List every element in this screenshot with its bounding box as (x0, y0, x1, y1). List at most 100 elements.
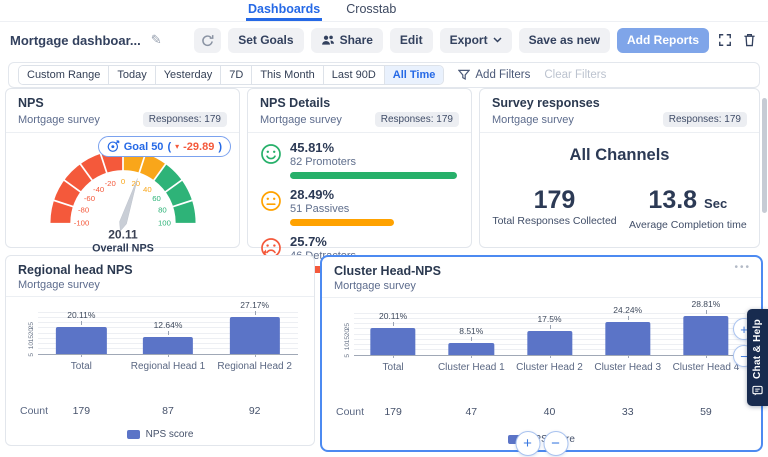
bar-slot: 27.17% (211, 300, 298, 357)
nps-bar[interactable] (142, 336, 194, 354)
card-subtitle: Mortgage survey (334, 280, 416, 292)
chat-and-help-tab[interactable]: Chat & Help (747, 309, 768, 406)
count-caption: Count (20, 405, 49, 417)
detail-bar[interactable] (290, 172, 457, 179)
value-leader-tick (627, 315, 629, 320)
nps-bar[interactable] (370, 327, 416, 355)
page-scrollbar[interactable] (762, 98, 767, 213)
category-tick (471, 355, 473, 358)
nps-bar[interactable] (448, 343, 494, 355)
share-button[interactable]: Share (310, 27, 383, 53)
bar-value-label: 20.11% (67, 309, 96, 320)
filter-range-today[interactable]: Today (109, 66, 156, 84)
card-subtitle: Mortgage survey (18, 113, 100, 126)
filter-range-last-90d[interactable]: Last 90D (323, 66, 385, 84)
tab-crosstab[interactable]: Crosstab (344, 0, 398, 21)
y-axis-tick: 15 (344, 336, 351, 344)
edit-title-pencil-icon[interactable]: ✎ (151, 32, 162, 48)
save-as-new-button[interactable]: Save as new (518, 27, 610, 53)
refresh-icon (202, 34, 214, 46)
nps-card: NPS Mortgage survey Responses: 179 Goal … (5, 88, 240, 254)
count-value: 179 (72, 405, 91, 417)
survey-responses-card: Survey responses Mortgage survey Respons… (479, 88, 760, 248)
edit-button[interactable]: Edit (389, 27, 433, 53)
y-axis-tick: 20 (344, 329, 351, 337)
category-tick (254, 354, 256, 357)
filter-range-this-month[interactable]: This Month (252, 66, 324, 84)
top-tab-bar: Dashboards Crosstab (0, 0, 768, 22)
dashboard-toolbar: Mortgage dashboar... ✎ Set Goals Share E… (0, 22, 768, 58)
filter-range-custom-range[interactable]: Custom Range (19, 66, 110, 84)
count-value: 179 (384, 406, 402, 418)
card-title: NPS Details (260, 96, 331, 110)
tab-dashboards[interactable]: Dashboards (246, 0, 323, 21)
value-leader-tick (705, 309, 707, 314)
count-value: 33 (621, 406, 634, 418)
card-subtitle: Mortgage survey (260, 113, 342, 126)
bar-value-label: 28.81% (691, 298, 721, 309)
cluster-head-nps-card[interactable]: ••• Cluster Head-NPS Mortgage survey 5 10… (320, 255, 763, 456)
detail-percentage: 45.81% (290, 140, 335, 155)
filter-range-7d[interactable]: 7D (221, 66, 253, 84)
y-axis-tick: 25 (28, 321, 35, 329)
category-label: Total (382, 362, 404, 373)
svg-text:-80: -80 (77, 206, 89, 215)
bar-slot: 17.5% (510, 314, 588, 358)
fullscreen-button[interactable] (716, 33, 734, 47)
value-leader-tick (254, 310, 256, 315)
people-icon (321, 35, 334, 45)
count-value: 92 (248, 405, 261, 417)
bar-slot: 24.24% (589, 305, 667, 358)
count-value: 40 (543, 406, 556, 418)
card-title: NPS (18, 96, 44, 110)
bar-slot: 20.11% (354, 310, 432, 358)
add-filters-button[interactable]: Add Filters (458, 69, 530, 81)
nps-details-card: NPS Details Mortgage survey Responses: 1… (247, 88, 472, 273)
export-button[interactable]: Export (439, 27, 512, 53)
nps-bar[interactable] (56, 326, 107, 354)
responses-badge: Responses: 179 (374, 112, 459, 127)
chat-icon (752, 385, 763, 396)
set-goals-button[interactable]: Set Goals (228, 27, 304, 53)
filter-range-yesterday[interactable]: Yesterday (155, 66, 222, 84)
nps-bar[interactable] (526, 331, 573, 355)
filter-bar: Custom Range Today Yesterday 7D This Month La… (8, 62, 760, 88)
y-axis-tick: 10 (344, 343, 351, 351)
card-overflow-menu-icon[interactable]: ••• (734, 262, 751, 273)
delete-dashboard-button[interactable] (741, 33, 758, 47)
y-axis-tick: 5 (344, 353, 351, 358)
refresh-button[interactable] (194, 27, 222, 53)
nps-bar[interactable] (605, 321, 651, 355)
legend-nps-score[interactable]: NPS score (6, 429, 314, 440)
nps-bar[interactable] (229, 316, 280, 354)
category-axis: Total Regional Head 1 Regional Head 2 (38, 361, 298, 372)
category-tick (627, 355, 629, 358)
bar-value-label: 8.51% (459, 326, 484, 337)
card-title: Survey responses (492, 96, 600, 110)
detail-percentage: 28.49% (290, 187, 335, 202)
category-label: Cluster Head 1 (437, 362, 505, 373)
clear-filters-button[interactable]: Clear Filters (544, 69, 606, 81)
count-value: 47 (465, 406, 478, 418)
date-range-segments: Custom Range Today Yesterday 7D This Month La… (18, 65, 445, 85)
goal-target-icon (107, 140, 119, 152)
add-reports-button[interactable]: Add Reports (617, 27, 709, 53)
chart-zoom-in-button[interactable]: + (515, 431, 540, 456)
svg-text:100: 100 (157, 218, 171, 227)
dashboard-app: Dashboards Crosstab Mortgage dashboar...… (0, 0, 768, 457)
nps-detail-row: 28.49% 51 Passives (260, 188, 457, 226)
detail-bar[interactable] (290, 219, 394, 226)
bar-value-label: 20.11% (378, 310, 408, 321)
trash-icon (744, 34, 755, 47)
y-axis-tick: 15 (28, 335, 35, 343)
nps-bar[interactable] (683, 315, 729, 355)
y-axis-tick: 20 (28, 328, 35, 336)
detail-label: 51 Passives (290, 203, 350, 215)
count-caption: Count (336, 406, 365, 418)
chart-zoom-out-button[interactable]: − (543, 431, 568, 456)
svg-text:40: 40 (143, 185, 152, 194)
channel-title: All Channels (569, 146, 670, 164)
goal-chip[interactable]: Goal 50 (▾ -29.89) (97, 136, 231, 157)
filter-range-all-time[interactable]: All Time (384, 66, 444, 84)
category-label: Regional Head 2 (217, 361, 292, 372)
